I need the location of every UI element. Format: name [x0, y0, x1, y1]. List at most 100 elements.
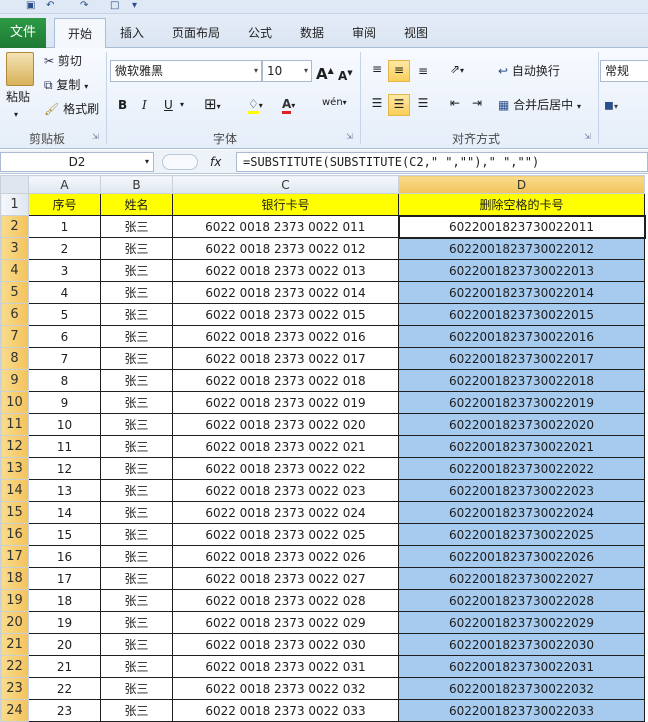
- select-all-corner[interactable]: [0, 175, 29, 194]
- table-cell[interactable]: 6022 0018 2373 0022 012: [172, 237, 399, 260]
- cut-button[interactable]: ✂ 剪切: [44, 52, 82, 70]
- customize-qat-icon[interactable]: ▾: [132, 0, 137, 12]
- clipboard-launcher-icon[interactable]: ⇲: [92, 132, 102, 142]
- table-cell[interactable]: 6022001823730022030: [398, 633, 645, 656]
- tab-page-layout[interactable]: 页面布局: [162, 18, 230, 48]
- table-cell[interactable]: 9: [28, 391, 101, 414]
- row-header[interactable]: 23: [0, 677, 29, 700]
- table-cell[interactable]: 6022 0018 2373 0022 020: [172, 413, 399, 436]
- align-bottom-icon[interactable]: ≡: [412, 62, 434, 84]
- shrink-font-button[interactable]: A▼: [338, 64, 353, 85]
- alignment-launcher-icon[interactable]: ⇲: [584, 132, 594, 142]
- undo-icon[interactable]: ↶: [46, 0, 54, 12]
- table-cell[interactable]: 6: [28, 325, 101, 348]
- table-cell[interactable]: 6022001823730022027: [398, 567, 645, 590]
- table-cell[interactable]: 6022001823730022022: [398, 457, 645, 480]
- bold-button[interactable]: B: [118, 96, 127, 114]
- row-header[interactable]: 14: [0, 479, 29, 502]
- table-cell[interactable]: 6022 0018 2373 0022 022: [172, 457, 399, 480]
- table-cell[interactable]: 13: [28, 479, 101, 502]
- align-center-icon[interactable]: ☰: [388, 94, 410, 116]
- row-header[interactable]: 7: [0, 325, 29, 348]
- merge-center-button[interactable]: ▦ 合并后居中 ▾: [498, 96, 581, 116]
- row-header[interactable]: 15: [0, 501, 29, 524]
- table-cell[interactable]: 张三: [100, 457, 173, 480]
- row-header[interactable]: 13: [0, 457, 29, 480]
- table-cell[interactable]: 23: [28, 699, 101, 722]
- row-header[interactable]: 12: [0, 435, 29, 458]
- table-cell[interactable]: 6022 0018 2373 0022 029: [172, 611, 399, 634]
- table-cell[interactable]: 6022 0018 2373 0022 023: [172, 479, 399, 502]
- align-middle-icon[interactable]: ≡: [388, 60, 410, 82]
- table-cell[interactable]: 6022001823730022016: [398, 325, 645, 348]
- table-cell[interactable]: 张三: [100, 677, 173, 700]
- table-cell[interactable]: 银行卡号: [172, 193, 399, 216]
- table-cell[interactable]: 6022001823730022015: [398, 303, 645, 326]
- save-icon[interactable]: ▣: [26, 0, 35, 12]
- formula-bar-splitter[interactable]: [162, 154, 198, 170]
- table-cell[interactable]: 6022 0018 2373 0022 024: [172, 501, 399, 524]
- table-cell[interactable]: 张三: [100, 413, 173, 436]
- phonetic-button[interactable]: wén▾: [322, 94, 347, 112]
- table-cell[interactable]: 张三: [100, 699, 173, 722]
- table-cell[interactable]: 15: [28, 523, 101, 546]
- table-cell[interactable]: 6022001823730022028: [398, 589, 645, 612]
- table-cell[interactable]: 6022001823730022023: [398, 479, 645, 502]
- row-header[interactable]: 4: [0, 259, 29, 282]
- paste-button[interactable]: 粘贴: [6, 88, 30, 106]
- table-cell[interactable]: 张三: [100, 633, 173, 656]
- row-header[interactable]: 3: [0, 237, 29, 260]
- table-cell[interactable]: 张三: [100, 347, 173, 370]
- table-cell[interactable]: 1: [28, 215, 101, 238]
- table-cell[interactable]: 张三: [100, 589, 173, 612]
- table-cell[interactable]: 6022001823730022013: [398, 259, 645, 282]
- fill-color-button[interactable]: ♢▾: [248, 95, 263, 115]
- table-cell[interactable]: 6022001823730022011: [397, 214, 646, 239]
- column-header-selected[interactable]: D: [398, 175, 645, 194]
- row-header[interactable]: 9: [0, 369, 29, 392]
- table-cell[interactable]: 19: [28, 611, 101, 634]
- column-header[interactable]: C: [172, 175, 399, 194]
- align-right-icon[interactable]: ☰: [412, 94, 434, 116]
- insert-function-icon[interactable]: fx: [210, 152, 221, 172]
- row-header[interactable]: 6: [0, 303, 29, 326]
- table-cell[interactable]: 16: [28, 545, 101, 568]
- table-cell[interactable]: 3: [28, 259, 101, 282]
- format-painter-button[interactable]: 🖌 格式刷: [44, 100, 99, 118]
- merge-dropdown-icon[interactable]: ▾: [577, 102, 581, 111]
- tab-home[interactable]: 开始: [54, 18, 106, 49]
- table-cell[interactable]: 4: [28, 281, 101, 304]
- tab-view[interactable]: 视图: [396, 18, 436, 48]
- table-cell[interactable]: 张三: [100, 369, 173, 392]
- table-cell[interactable]: 张三: [100, 215, 173, 238]
- table-cell[interactable]: 序号: [28, 193, 101, 216]
- redo-icon[interactable]: ↷: [80, 0, 88, 12]
- table-cell[interactable]: 11: [28, 435, 101, 458]
- table-cell[interactable]: 6022 0018 2373 0022 013: [172, 259, 399, 282]
- align-top-icon[interactable]: ≡: [366, 60, 388, 82]
- tab-insert[interactable]: 插入: [112, 18, 152, 48]
- font-size-select[interactable]: 10 ▾: [262, 60, 312, 82]
- table-cell[interactable]: 张三: [100, 501, 173, 524]
- paste-icon[interactable]: [6, 52, 34, 86]
- table-cell[interactable]: 张三: [100, 479, 173, 502]
- table-cell[interactable]: 张三: [100, 237, 173, 260]
- orientation-button[interactable]: ⇗▾: [444, 60, 470, 82]
- table-cell[interactable]: 6022001823730022021: [398, 435, 645, 458]
- tab-data[interactable]: 数据: [292, 18, 332, 48]
- worksheet-grid[interactable]: A B C D 1 序号 姓名 银行卡号 删除空格的卡号 2 1 张三 6022 00…: [0, 175, 648, 722]
- table-cell[interactable]: 6022 0018 2373 0022 032: [172, 677, 399, 700]
- row-header[interactable]: 19: [0, 589, 29, 612]
- row-header[interactable]: 22: [0, 655, 29, 678]
- row-header[interactable]: 18: [0, 567, 29, 590]
- table-cell[interactable]: 12: [28, 457, 101, 480]
- accounting-format-button[interactable]: ◼▾: [604, 96, 618, 116]
- table-cell[interactable]: 17: [28, 567, 101, 590]
- table-cell[interactable]: 14: [28, 501, 101, 524]
- table-cell[interactable]: 7: [28, 347, 101, 370]
- table-cell[interactable]: 6022 0018 2373 0022 018: [172, 369, 399, 392]
- table-cell[interactable]: 6022001823730022014: [398, 281, 645, 304]
- table-cell[interactable]: 6022001823730022019: [398, 391, 645, 414]
- table-cell[interactable]: 张三: [100, 325, 173, 348]
- decrease-indent-icon[interactable]: ⇤: [444, 94, 466, 116]
